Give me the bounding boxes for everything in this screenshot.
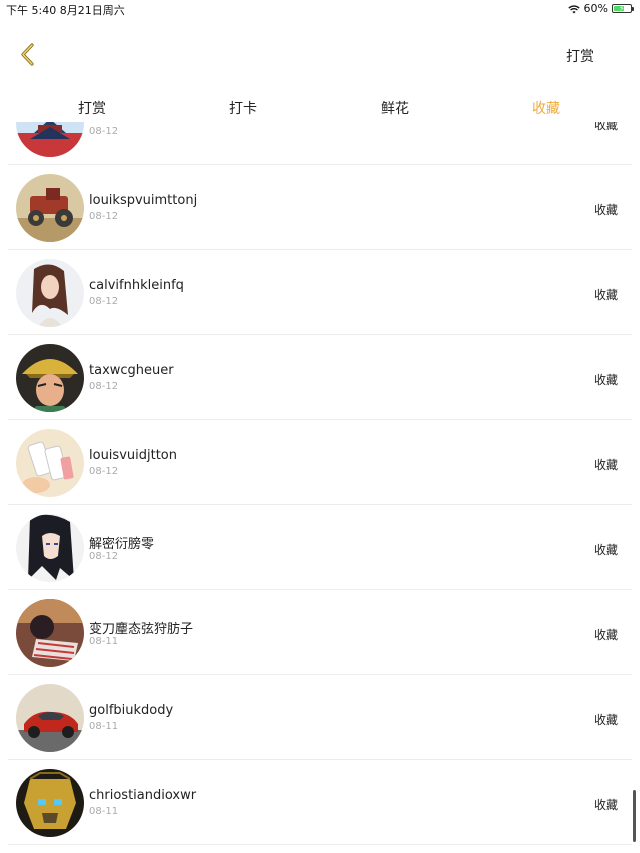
nav-bar: 打赏 — [0, 16, 640, 92]
item-name: golfbiukdody — [89, 703, 174, 718]
avatar — [16, 174, 84, 242]
tab-flowers[interactable]: 鲜花 — [381, 98, 409, 118]
list-item[interactable]: louisvuidjtton 08-12 收藏 — [8, 420, 632, 505]
charging-bolt-icon: ⚡ — [619, 4, 625, 13]
item-date: 08-12 — [89, 551, 119, 562]
list-item[interactable]: louikspvuimttonj 08-12 收藏 — [8, 165, 632, 250]
avatar — [16, 122, 84, 157]
avatar — [16, 429, 84, 497]
status-bar: 下午 5:40 8月21日周六 60% ⚡ — [0, 0, 640, 17]
item-action-label: 收藏 — [593, 458, 618, 472]
tab-bar: 打赏 打卡 鲜花 收藏 — [0, 92, 640, 122]
chevron-left-icon — [21, 43, 34, 66]
reward-button[interactable]: 打赏 — [566, 46, 594, 66]
status-right: 60% ⚡ — [567, 2, 634, 15]
avatar — [16, 684, 84, 752]
tab-checkin[interactable]: 打卡 — [229, 98, 257, 118]
item-action-label: 收藏 — [593, 288, 618, 302]
item-name: chriostiandioxwr — [89, 788, 197, 803]
scroll-indicator[interactable] — [633, 790, 636, 842]
item-action-label: 收藏 — [593, 713, 618, 727]
list-item[interactable]: 变刀麈态弦狩肪子 08-11 收藏 — [8, 590, 632, 675]
wifi-icon — [567, 4, 580, 13]
avatar — [16, 599, 84, 667]
avatar — [16, 344, 84, 412]
item-date: 08-11 — [89, 636, 119, 647]
item-name: louikspvuimttonj — [89, 193, 198, 208]
item-date: 08-12 — [89, 126, 119, 137]
list-item[interactable]: chriostiandioxwr 08-11 收藏 — [8, 760, 632, 845]
battery-percent: 60% — [583, 2, 608, 15]
favorites-list[interactable]: 08-12 收藏 louikspvuimttonj 08-12 收藏 calvi… — [0, 122, 640, 853]
avatar — [16, 514, 84, 582]
item-date: 08-12 — [89, 296, 119, 307]
item-action-label: 收藏 — [593, 628, 618, 642]
item-date: 08-11 — [89, 806, 119, 817]
item-name: calvifnhkleinfq — [89, 278, 184, 293]
item-action-label: 收藏 — [593, 543, 618, 557]
avatar — [16, 769, 84, 837]
item-name: 解密衍膀零 — [89, 537, 155, 552]
item-action-label: 收藏 — [593, 373, 618, 387]
item-name: louisvuidjtton — [89, 448, 177, 463]
item-date: 08-12 — [89, 466, 119, 477]
item-action-label: 收藏 — [593, 798, 618, 812]
item-date: 08-12 — [89, 211, 119, 222]
item-action-label: 收藏 — [593, 122, 618, 132]
list-item[interactable]: taxwcgheuer 08-12 收藏 — [8, 335, 632, 420]
tab-reward[interactable]: 打赏 — [78, 98, 106, 118]
list-item[interactable]: golfbiukdody 08-11 收藏 — [8, 675, 632, 760]
avatar — [16, 259, 84, 327]
back-button[interactable] — [14, 40, 44, 70]
tab-favorites[interactable]: 收藏 — [532, 98, 560, 118]
item-name: taxwcgheuer — [89, 363, 174, 378]
battery-icon: ⚡ — [612, 4, 634, 13]
item-name: 变刀麈态弦狩肪子 — [89, 622, 194, 637]
item-date: 08-11 — [89, 721, 119, 732]
list-item[interactable]: 08-12 收藏 — [8, 122, 632, 165]
list-item[interactable]: calvifnhkleinfq 08-12 收藏 — [8, 250, 632, 335]
item-action-label: 收藏 — [593, 203, 618, 217]
list-item[interactable]: 解密衍膀零 08-12 收藏 — [8, 505, 632, 590]
item-date: 08-12 — [89, 381, 119, 392]
